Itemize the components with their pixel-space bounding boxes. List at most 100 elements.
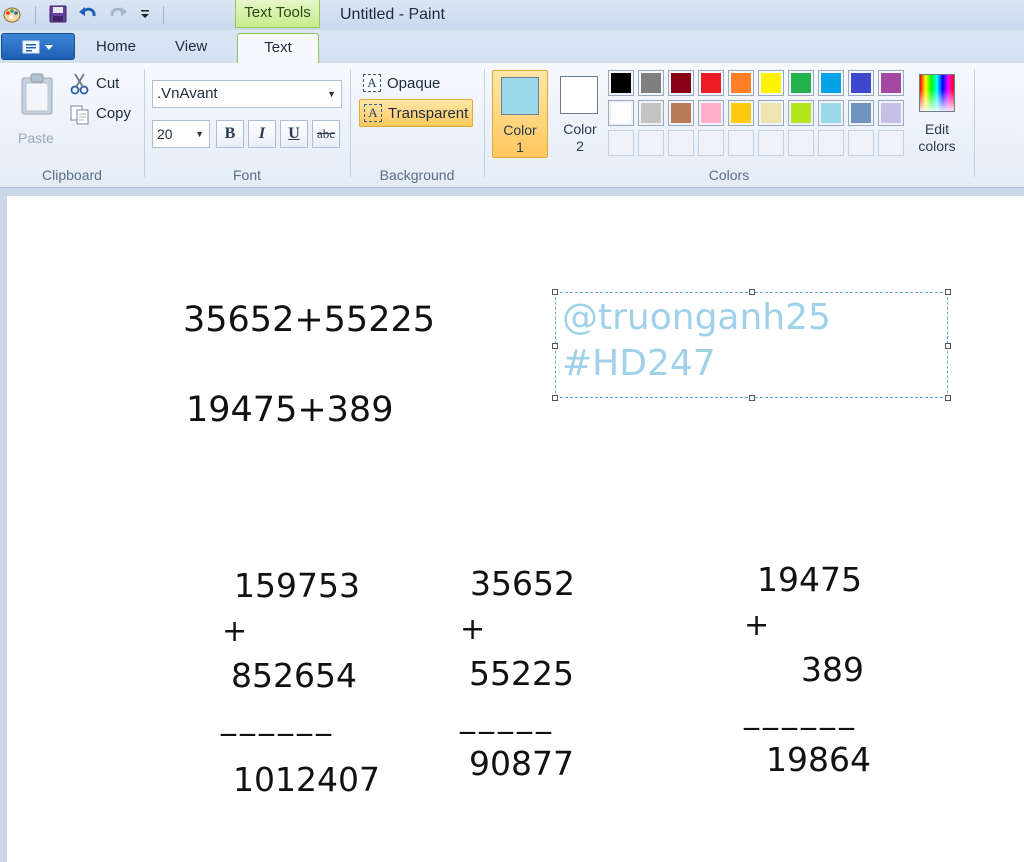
transparent-icon: A (364, 104, 382, 122)
palette-color-swatch[interactable] (638, 70, 664, 96)
palette-color-swatch[interactable] (608, 100, 634, 126)
paint-app-icon[interactable] (2, 4, 22, 24)
background-group-label: Background (379, 167, 455, 183)
palette-color-fill (701, 103, 721, 123)
palette-color-swatch[interactable] (848, 70, 874, 96)
font-family-value: .VnAvant (157, 85, 218, 102)
palette-color-fill (611, 73, 631, 93)
resize-handle[interactable] (552, 289, 558, 295)
palette-color-swatch[interactable] (728, 70, 754, 96)
resize-handle[interactable] (552, 343, 558, 349)
drawing-canvas[interactable]: 35652+55225 19475+389 @truonganh25 #HD24… (7, 196, 1024, 862)
color-1-label: Color 1 (503, 122, 537, 155)
opaque-button[interactable]: A Opaque (359, 69, 444, 97)
palette-custom-slot[interactable] (818, 130, 844, 156)
palette-color-swatch[interactable] (638, 100, 664, 126)
title-bar: Text Tools Untitled - Paint (0, 0, 1024, 30)
tab-home[interactable]: Home (96, 38, 136, 55)
tab-text[interactable]: Text (237, 33, 319, 64)
save-icon[interactable] (48, 4, 68, 24)
palette-custom-slot[interactable] (788, 130, 814, 156)
palette-custom-slot[interactable] (878, 130, 904, 156)
palette-custom-slot[interactable] (848, 130, 874, 156)
redo-icon[interactable] (108, 4, 128, 24)
color-2-label: Color 2 (563, 121, 597, 154)
copy-button[interactable]: Copy (70, 103, 136, 125)
resize-handle[interactable] (749, 289, 755, 295)
paint-menu-button[interactable] (1, 33, 75, 60)
palette-color-fill (881, 103, 901, 123)
palette-color-swatch[interactable] (818, 70, 844, 96)
palette-color-swatch[interactable] (608, 70, 634, 96)
canvas-area: 35652+55225 19475+389 @truonganh25 #HD24… (0, 188, 1024, 862)
font-family-select[interactable]: .VnAvant ▼ (152, 80, 342, 108)
palette-color-fill (821, 73, 841, 93)
palette-custom-slot[interactable] (638, 130, 664, 156)
calc-3-addend-b: 389 (801, 650, 864, 689)
tab-view[interactable]: View (175, 38, 207, 55)
font-group-label: Font (232, 167, 261, 183)
palette-color-swatch[interactable] (698, 100, 724, 126)
text-input-box[interactable]: @truonganh25 #HD247 (552, 289, 951, 401)
opaque-label: Opaque (387, 74, 441, 92)
customize-qat-icon[interactable] (135, 4, 155, 24)
transparent-label: Transparent (388, 104, 469, 122)
palette-color-swatch[interactable] (848, 100, 874, 126)
expression-1: 35652+55225 (183, 300, 436, 340)
palette-color-fill (641, 73, 661, 93)
palette-color-swatch[interactable] (728, 100, 754, 126)
transparent-button[interactable]: A Transparent (359, 99, 474, 127)
palette-color-swatch[interactable] (758, 100, 784, 126)
text-tools-context-label: Text Tools (235, 0, 320, 28)
paste-button[interactable]: Paste (14, 71, 60, 146)
palette-color-swatch[interactable] (878, 100, 904, 126)
palette-custom-slot[interactable] (758, 130, 784, 156)
palette-color-fill (671, 103, 691, 123)
cut-label: Cut (96, 75, 120, 92)
resize-handle[interactable] (945, 343, 951, 349)
resize-handle[interactable] (945, 395, 951, 401)
palette-color-swatch[interactable] (788, 100, 814, 126)
clipboard-group-label: Clipboard (42, 167, 102, 183)
font-size-select[interactable]: 20 ▼ (152, 120, 210, 148)
colors-group-label: Colors (708, 167, 750, 183)
palette-color-swatch[interactable] (878, 70, 904, 96)
menu-icon (22, 40, 40, 53)
color-2-button[interactable]: Color 2 (552, 70, 608, 158)
resize-handle[interactable] (552, 395, 558, 401)
calc-2-operator: + (460, 612, 486, 647)
palette-color-fill (731, 73, 751, 93)
palette-color-swatch[interactable] (698, 70, 724, 96)
calc-2-rule: _____ (460, 700, 555, 735)
palette-custom-slot[interactable] (728, 130, 754, 156)
palette-color-swatch[interactable] (818, 100, 844, 126)
calc-2-result: 90877 (469, 744, 574, 783)
resize-handle[interactable] (945, 289, 951, 295)
copy-label: Copy (96, 105, 132, 122)
color-1-button[interactable]: Color 1 (492, 70, 548, 158)
palette-color-fill (761, 103, 781, 123)
textbox-line-2: #HD247 (562, 343, 716, 384)
palette-color-fill (611, 103, 631, 123)
font-size-value: 20 (157, 126, 173, 142)
palette-custom-slot[interactable] (608, 130, 634, 156)
undo-icon[interactable] (78, 4, 98, 24)
calc-3-operator: + (744, 608, 770, 643)
calc-1-operator: + (222, 614, 248, 649)
palette-color-swatch[interactable] (758, 70, 784, 96)
palette-color-swatch[interactable] (668, 70, 694, 96)
cut-button[interactable]: Cut (70, 73, 136, 95)
palette-color-swatch[interactable] (668, 100, 694, 126)
palette-color-swatch[interactable] (788, 70, 814, 96)
bold-button[interactable]: B (216, 120, 244, 148)
window-title: Untitled - Paint (340, 6, 445, 23)
edit-colors-label: Edit colors (918, 121, 956, 154)
calc-3-result: 19864 (766, 740, 871, 779)
underline-button[interactable]: U (280, 120, 308, 148)
resize-handle[interactable] (749, 395, 755, 401)
palette-custom-slot[interactable] (698, 130, 724, 156)
edit-colors-button[interactable]: Edit colors (914, 70, 960, 158)
palette-custom-slot[interactable] (668, 130, 694, 156)
italic-button[interactable]: I (248, 120, 276, 148)
strikethrough-button[interactable]: abc (312, 120, 340, 148)
